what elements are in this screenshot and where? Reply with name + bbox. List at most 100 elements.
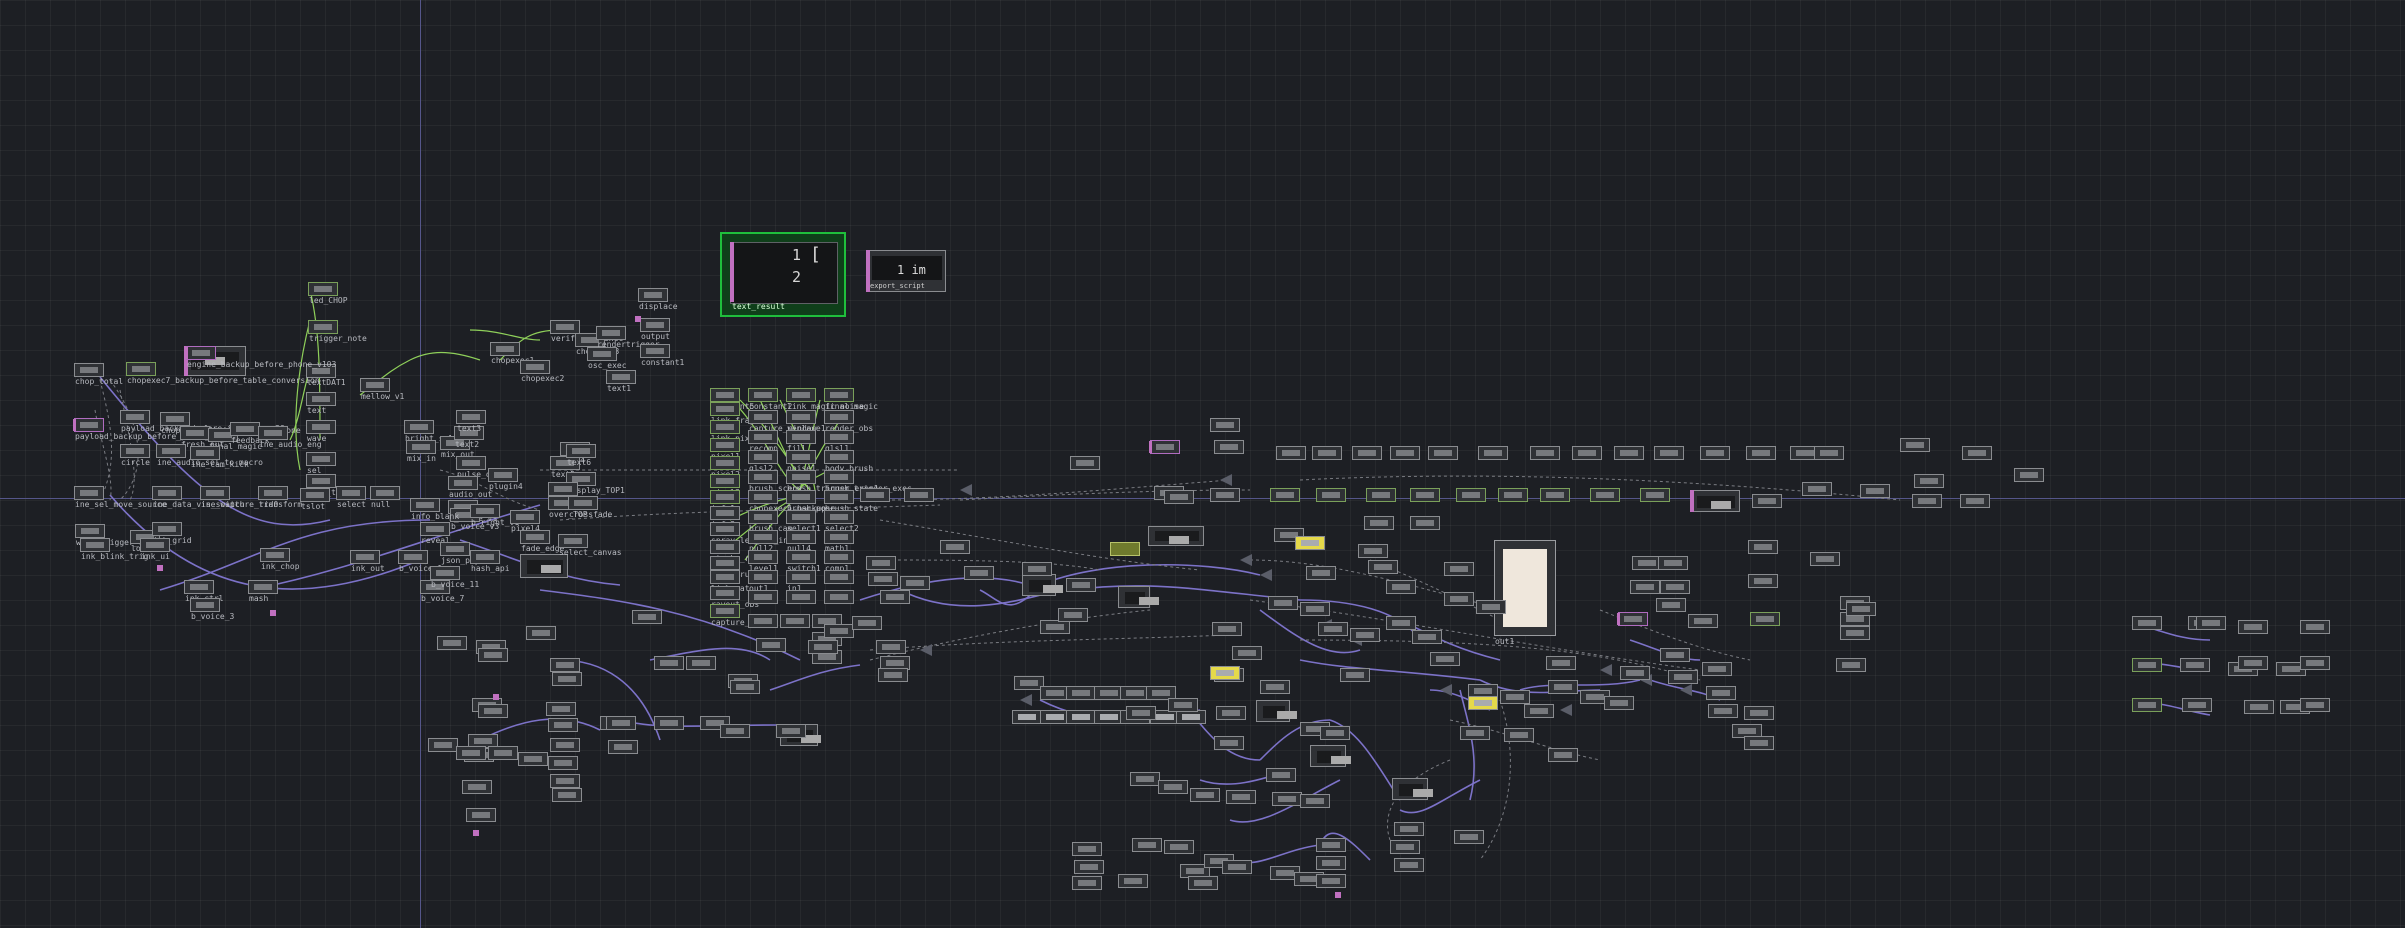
operator-node[interactable]: level1 — [748, 550, 778, 573]
operator-node[interactable] — [2300, 656, 2330, 670]
operator-node[interactable] — [1478, 446, 1508, 460]
operator-node[interactable] — [964, 566, 994, 580]
operator-node[interactable] — [1295, 536, 1325, 550]
operator-node[interactable] — [654, 656, 684, 670]
operator-node[interactable] — [550, 738, 580, 752]
operator-node[interactable]: reveal — [420, 522, 450, 545]
operator-node[interactable]: body_brush — [824, 450, 873, 473]
operator-node[interactable] — [1394, 822, 1424, 836]
operator-node[interactable]: capture_window — [748, 410, 816, 433]
operator-node[interactable]: text3 — [456, 410, 486, 433]
operator-node[interactable] — [1316, 874, 1346, 888]
operator-node[interactable] — [2132, 698, 2162, 712]
operator-node[interactable] — [852, 616, 882, 630]
operator-node[interactable] — [1390, 840, 1420, 854]
operator-node[interactable] — [1658, 556, 1688, 570]
operator-node[interactable] — [1316, 838, 1346, 852]
operator-node[interactable]: led_CHOP — [308, 282, 348, 305]
operator-node[interactable] — [2182, 698, 2212, 712]
operator-node[interactable] — [1272, 792, 1302, 806]
operator-node[interactable] — [1630, 580, 1660, 594]
operator-node[interactable]: payload_backup_before_inkstone_v20 — [120, 410, 285, 433]
operator-node[interactable] — [546, 702, 576, 716]
operator-node[interactable]: bright_sel — [404, 420, 453, 443]
operator-node[interactable]: ine_sel_move_source — [74, 486, 167, 509]
operator-node[interactable] — [1386, 616, 1416, 630]
operator-node[interactable] — [1410, 488, 1440, 502]
operator-node[interactable]: brush_trigger_exec1 — [786, 470, 879, 493]
operator-node[interactable]: stroke_recomp — [710, 540, 774, 563]
operator-node[interactable]: null4 — [786, 530, 816, 553]
operator-node[interactable] — [1210, 418, 1240, 432]
operator-node[interactable]: text6 — [566, 444, 596, 467]
operator-node[interactable] — [552, 672, 582, 686]
operator-node[interactable]: rid0 — [258, 486, 288, 509]
operator-node[interactable] — [1546, 656, 1576, 670]
operator-node[interactable] — [2238, 656, 2268, 670]
operator-node[interactable] — [1498, 488, 1528, 502]
operator-node[interactable] — [428, 738, 458, 752]
operator-node[interactable] — [462, 780, 492, 794]
operator-node[interactable] — [466, 808, 496, 822]
operator-node[interactable]: ine_cam_kick — [190, 446, 249, 469]
operator-node[interactable]: link_frag — [710, 402, 754, 425]
operator-node[interactable] — [1617, 612, 1648, 626]
text-result-dat[interactable]: 1 [ 2 text_result — [720, 232, 846, 317]
operator-node[interactable] — [1222, 860, 1252, 874]
operator-node[interactable] — [1444, 592, 1474, 606]
operator-node[interactable] — [1660, 648, 1690, 662]
operator-node[interactable]: crossfade — [568, 496, 612, 519]
operator-node[interactable]: fade_edge — [520, 530, 564, 553]
operator-node[interactable] — [437, 636, 467, 650]
operator-node[interactable] — [1748, 574, 1778, 588]
operator-node[interactable] — [876, 640, 906, 654]
export-script-dat[interactable]: 1 im export_script — [866, 250, 946, 292]
operator-node[interactable]: constant1 — [640, 344, 684, 367]
operator-node[interactable] — [1316, 856, 1346, 870]
operator-node[interactable]: brush_pose — [786, 490, 835, 513]
operator-node[interactable]: text — [306, 392, 336, 415]
operator-node[interactable] — [1312, 446, 1342, 460]
operator-node[interactable]: feedback — [230, 422, 270, 445]
operator-node[interactable]: fill — [786, 430, 816, 453]
operator-node[interactable] — [824, 590, 854, 604]
operator-node[interactable] — [478, 648, 508, 662]
operator-node[interactable] — [1164, 840, 1194, 854]
operator-node[interactable] — [1386, 580, 1416, 594]
operator-node[interactable] — [550, 774, 580, 788]
operator-node[interactable]: mix_in — [406, 440, 436, 463]
operator-node[interactable]: pixel4 — [510, 510, 540, 533]
operator-node[interactable]: select2 — [824, 510, 859, 533]
operator-node[interactable] — [1260, 680, 1290, 694]
operator-node[interactable]: chopexec7_backup_before_table_conversion — [126, 362, 320, 385]
operator-node[interactable]: wire_trigger_exec — [75, 524, 158, 547]
operator-node[interactable] — [1358, 544, 1388, 558]
operator-node[interactable]: mash — [248, 580, 278, 603]
operator-node[interactable]: info1 — [710, 490, 740, 513]
operator-node[interactable]: ink_grid — [152, 522, 192, 545]
operator-node[interactable]: constant2 — [748, 388, 792, 411]
operator-node[interactable]: chopexec3_backup_before_phone — [160, 412, 301, 435]
operator-node[interactable] — [1316, 488, 1346, 502]
operator-node[interactable] — [1412, 630, 1442, 644]
operator-node[interactable] — [1270, 488, 1300, 502]
operator-node[interactable] — [824, 570, 854, 584]
green-flag-node[interactable] — [1110, 542, 1140, 556]
operator-node[interactable] — [786, 590, 816, 604]
operator-node[interactable] — [730, 680, 760, 694]
operator-node[interactable] — [2244, 700, 2274, 714]
operator-node[interactable] — [526, 626, 556, 640]
operator-node[interactable]: null_brush_in — [710, 556, 774, 579]
operator-node[interactable] — [456, 746, 486, 760]
operator-node[interactable] — [1802, 482, 1832, 496]
operator-node[interactable]: switch1 — [786, 550, 821, 573]
operator-node[interactable] — [1340, 668, 1370, 682]
operator-node[interactable]: b_voice_3 — [190, 598, 234, 621]
operator-node[interactable] — [1428, 446, 1458, 460]
operator-node[interactable] — [606, 716, 636, 730]
operator-node[interactable] — [1468, 696, 1498, 710]
operator-node[interactable]: ink_out — [350, 550, 385, 573]
operator-node[interactable] — [1149, 440, 1180, 454]
operator-node[interactable]: rayout_obs — [710, 586, 759, 609]
operator-node[interactable] — [1070, 456, 1100, 470]
